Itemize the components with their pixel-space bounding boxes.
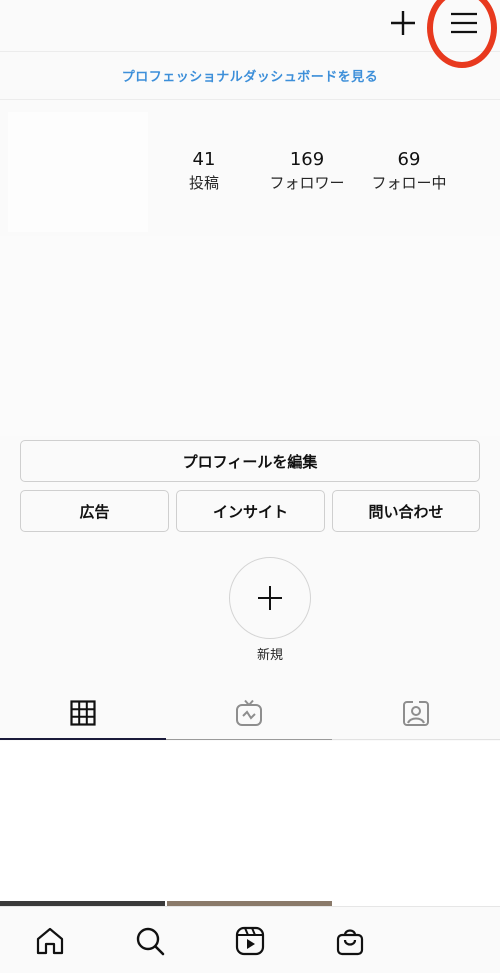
new-highlight-button[interactable] bbox=[229, 557, 311, 639]
stat-posts-label: 投稿 bbox=[188, 174, 219, 192]
professional-dashboard-link[interactable]: プロフェッショナルダッシュボードを見る bbox=[0, 52, 500, 100]
tab-tagged[interactable] bbox=[333, 686, 499, 740]
stat-followers[interactable]: 169 フォロワー bbox=[252, 148, 362, 194]
dashboard-link-text: プロフェッショナルダッシュボードを見る bbox=[121, 70, 379, 85]
avatar[interactable] bbox=[8, 112, 148, 232]
stat-followers-label: フォロワー bbox=[269, 174, 345, 192]
tagged-person-icon bbox=[403, 700, 429, 726]
edit-profile-button[interactable]: プロフィールを編集 bbox=[20, 440, 480, 482]
nav-search[interactable] bbox=[130, 921, 170, 961]
stat-posts-value: 41 bbox=[192, 149, 216, 170]
ads-label: 広告 bbox=[79, 502, 110, 521]
menu-button[interactable] bbox=[442, 1, 486, 45]
stat-following[interactable]: 69 フォロー中 bbox=[354, 148, 464, 194]
home-icon bbox=[36, 927, 64, 955]
stat-following-value: 69 bbox=[397, 149, 421, 170]
tab-divider bbox=[166, 739, 332, 740]
igtv-icon bbox=[236, 699, 262, 726]
new-highlight-label: 新規 bbox=[256, 648, 283, 663]
profile-page: プロフェッショナルダッシュボードを見る 41 投稿 169 フォロワー 69 フ… bbox=[0, 0, 500, 973]
tab-grid[interactable] bbox=[0, 686, 166, 740]
stat-posts[interactable]: 41 投稿 bbox=[149, 148, 259, 194]
nav-reels[interactable] bbox=[230, 921, 270, 961]
hamburger-menu-icon bbox=[451, 12, 477, 34]
contact-label: 問い合わせ bbox=[368, 502, 444, 521]
active-tab-indicator bbox=[0, 738, 166, 740]
ads-button[interactable]: 広告 bbox=[20, 490, 169, 532]
posts-grid bbox=[0, 741, 500, 907]
nav-shop[interactable] bbox=[330, 921, 370, 961]
shopping-bag-icon bbox=[336, 929, 364, 956]
plus-icon bbox=[258, 586, 282, 610]
plus-icon bbox=[391, 11, 415, 35]
search-icon bbox=[136, 927, 165, 956]
bottom-navigation bbox=[0, 906, 500, 973]
insights-button[interactable]: インサイト bbox=[176, 490, 325, 532]
insights-label: インサイト bbox=[212, 502, 288, 521]
contact-button[interactable]: 問い合わせ bbox=[332, 490, 480, 532]
stat-followers-value: 169 bbox=[289, 149, 325, 170]
grid-icon bbox=[70, 700, 96, 726]
top-header bbox=[0, 0, 500, 68]
reels-icon bbox=[235, 926, 265, 956]
nav-home[interactable] bbox=[30, 921, 70, 961]
profile-tabs bbox=[0, 686, 500, 740]
edit-profile-label: プロフィールを編集 bbox=[182, 452, 318, 471]
stat-following-label: フォロー中 bbox=[371, 174, 447, 192]
create-button[interactable] bbox=[381, 1, 425, 45]
bio-area bbox=[0, 236, 500, 436]
tab-igtv[interactable] bbox=[166, 686, 332, 740]
